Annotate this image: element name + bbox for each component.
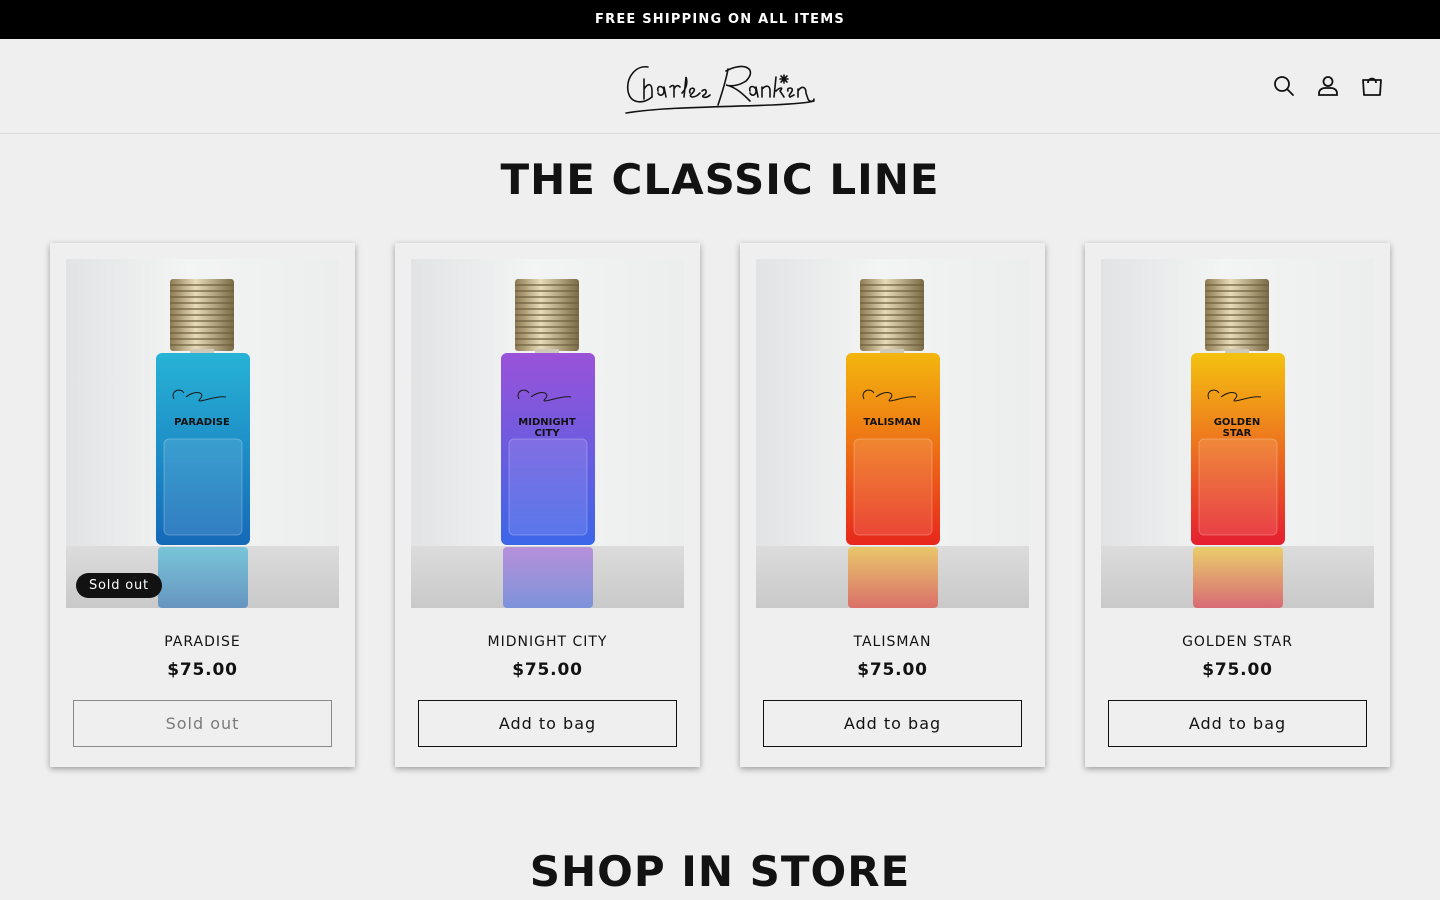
account-icon[interactable] [1316, 74, 1340, 98]
collection-title: THE CLASSIC LINE [500, 155, 940, 204]
product-price: $75.00 [857, 660, 928, 680]
cart-icon[interactable] [1360, 74, 1384, 98]
product-image[interactable]: GOLDEN STAR [1101, 259, 1374, 608]
bottle-label-line: MIDNIGHT [518, 417, 576, 428]
product-price: $75.00 [167, 660, 238, 680]
bottle-label-line: TALISMAN [863, 417, 920, 428]
product-card[interactable]: TALISMAN TALISMAN $75.00 Add to bag [740, 243, 1045, 767]
add-to-bag-button[interactable]: Add to bag [418, 700, 677, 747]
product-card[interactable]: GOLDEN STAR GOLDEN STAR $75.00 Add to bag [1085, 243, 1390, 767]
bottle-label-line: CITY [534, 428, 560, 439]
product-image[interactable]: TALISMAN [756, 259, 1029, 608]
add-to-bag-button[interactable]: Add to bag [763, 700, 1022, 747]
search-icon[interactable] [1272, 74, 1296, 98]
add-to-bag-button[interactable]: Add to bag [1108, 700, 1367, 747]
shop-in-store-title: SHOP IN STORE [529, 847, 911, 896]
bottle-label-line: PARADISE [174, 417, 230, 428]
product-price: $75.00 [512, 660, 583, 680]
product-name[interactable]: MIDNIGHT CITY [395, 634, 700, 650]
brand-logo[interactable] [622, 55, 816, 119]
product-image[interactable]: MIDNIGHT CITY [411, 259, 684, 608]
perfume-bottle: GOLDEN STAR [1191, 279, 1285, 608]
bottle-label-line: GOLDEN [1214, 417, 1261, 428]
announcement-bar: FREE SHIPPING ON ALL ITEMS [0, 0, 1440, 39]
product-name[interactable]: PARADISE [50, 634, 355, 650]
product-price: $75.00 [1202, 660, 1273, 680]
product-image[interactable]: PARADISE Sold out [66, 259, 339, 608]
product-card[interactable]: PARADISE Sold out PARADISE $75.00 Sold o… [50, 243, 355, 767]
perfume-bottle: PARADISE [156, 279, 250, 608]
svg-text:PARADISE: PARADISE [174, 417, 230, 428]
svg-text:TALISMAN: TALISMAN [863, 417, 920, 428]
sold-out-button[interactable]: Sold out [73, 700, 332, 747]
perfume-bottle: TALISMAN [846, 279, 940, 608]
announcement-text: FREE SHIPPING ON ALL ITEMS [595, 12, 845, 27]
product-name[interactable]: GOLDEN STAR [1085, 634, 1390, 650]
site-header [0, 39, 1440, 134]
perfume-bottle: MIDNIGHT CITY [501, 279, 595, 608]
sold-out-badge: Sold out [76, 573, 162, 598]
product-card[interactable]: MIDNIGHT CITY MIDNIGHT CITY $75.00 Add to… [395, 243, 700, 767]
product-name[interactable]: TALISMAN [740, 634, 1045, 650]
bottle-label-line: STAR [1223, 428, 1252, 439]
